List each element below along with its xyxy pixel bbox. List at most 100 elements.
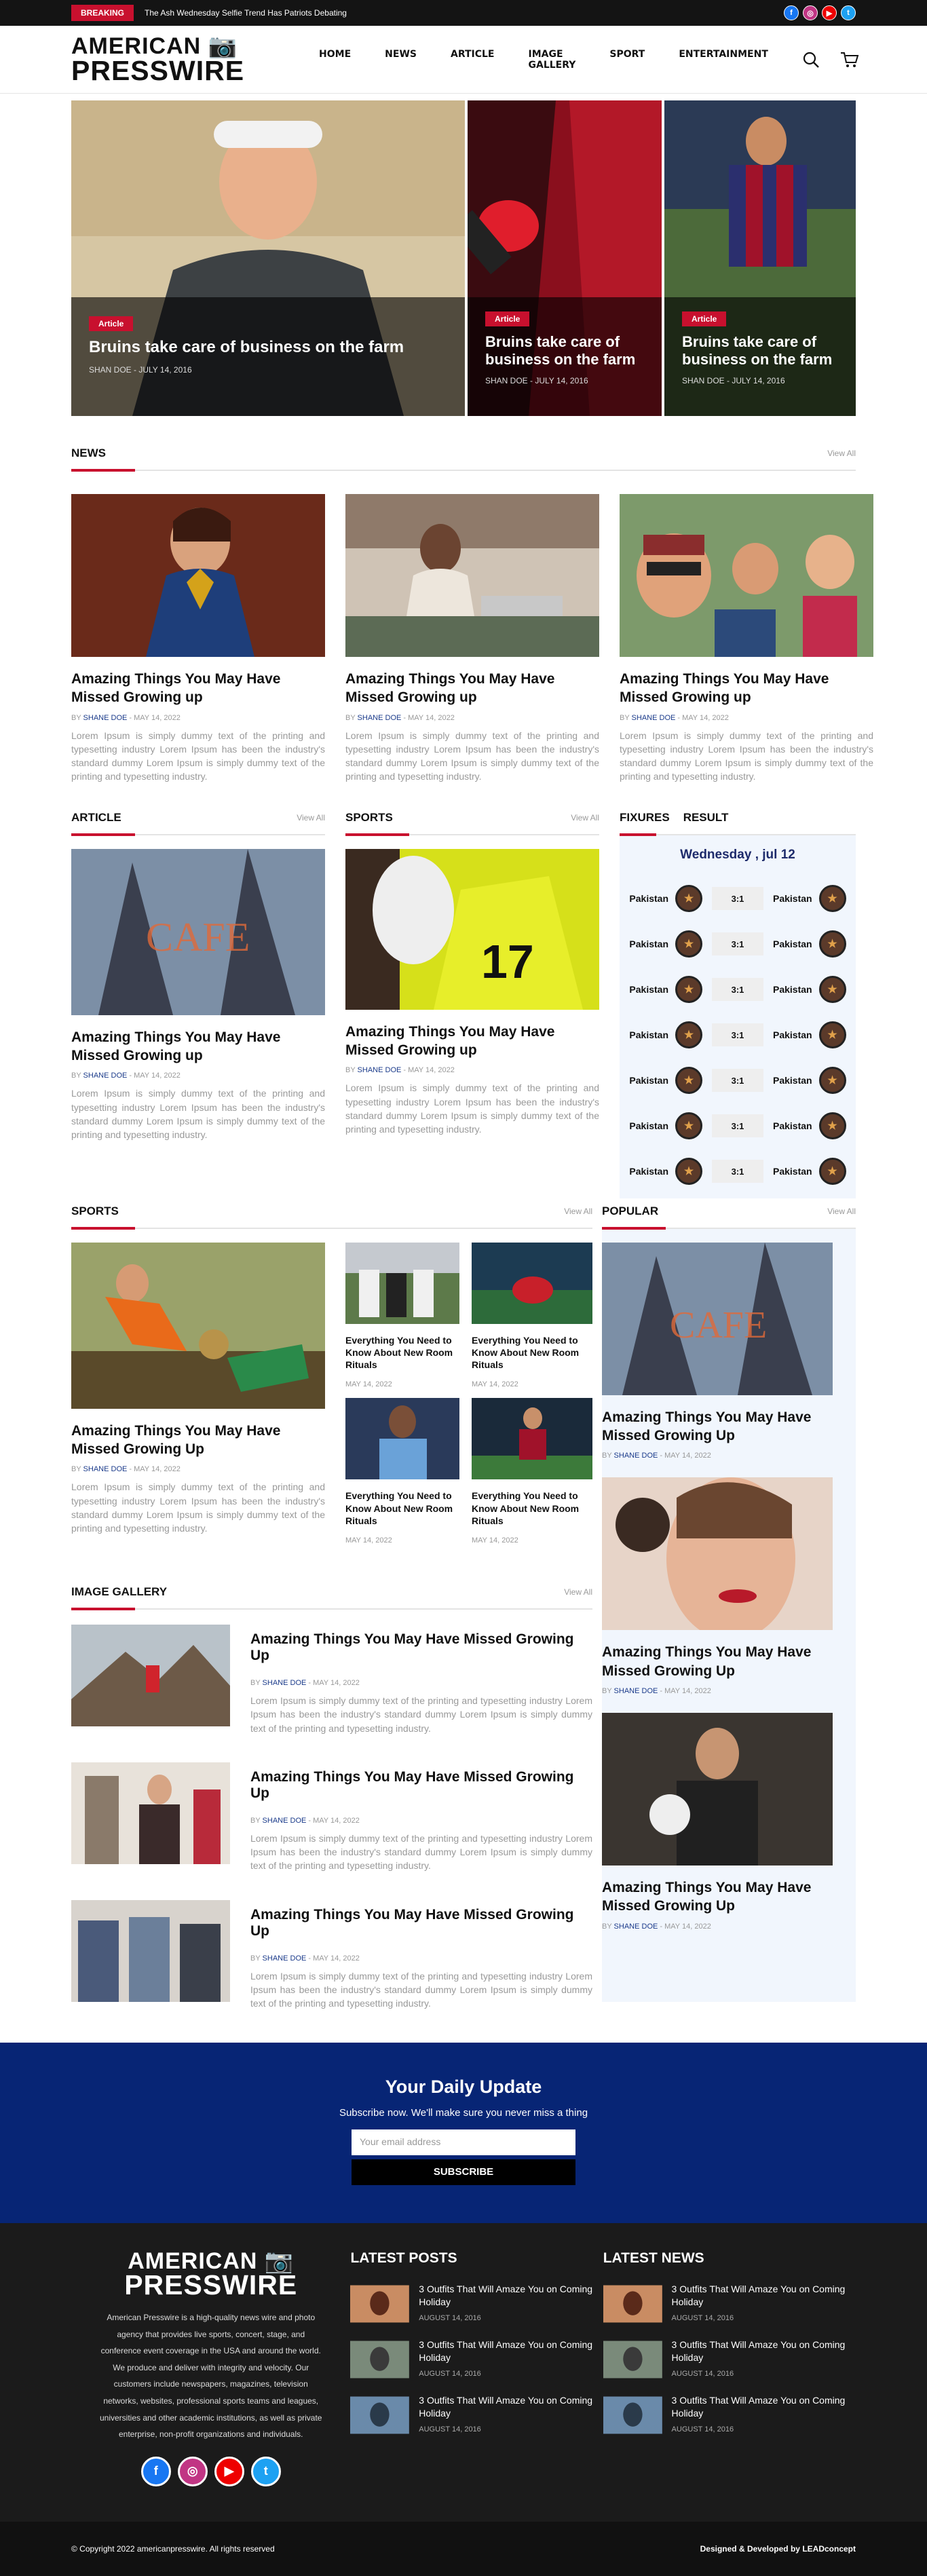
popular-card[interactable]: Amazing Things You May Have Missed Growi… — [602, 1477, 856, 1695]
author-link[interactable]: SHANE DOE — [83, 1072, 128, 1080]
post-title[interactable]: 3 Outfits That Will Amaze You on Coming … — [419, 2338, 603, 2364]
gallery-item[interactable]: Amazing Things You May Have Missed Growi… — [71, 1762, 592, 1873]
hero-card-main[interactable]: Article Bruins take care of business on … — [71, 100, 465, 416]
post-title[interactable]: 3 Outfits That Will Amaze You on Coming … — [672, 2283, 856, 2309]
footer-logo[interactable]: AMERICAN 📷 PRESSWIRE — [124, 2250, 297, 2299]
card-title[interactable]: Amazing Things You May Have Missed Growi… — [602, 1643, 856, 1680]
facebook-icon[interactable]: f — [784, 5, 799, 20]
footer-post[interactable]: 3 Outfits That Will Amaze You on Coming … — [350, 2283, 603, 2325]
fixture-row[interactable]: Pakistan ★ 3:1 Pakistan ★ — [620, 876, 856, 922]
hero-tag[interactable]: Article — [89, 316, 134, 331]
card-title[interactable]: Everything You Need to Know About New Ro… — [472, 1490, 592, 1527]
fixture-row[interactable]: Pakistan ★ 3:1 Pakistan ★ — [620, 1012, 856, 1058]
author-link[interactable]: SHANE DOE — [358, 1066, 402, 1074]
nav-sport[interactable]: SPORT — [609, 49, 645, 71]
fixture-row[interactable]: Pakistan ★ 3:1 Pakistan ★ — [620, 1103, 856, 1149]
footer-post[interactable]: 3 Outfits That Will Amaze You on Coming … — [603, 2283, 856, 2325]
author-link[interactable]: SHANE DOE — [632, 714, 676, 722]
hero-card-3[interactable]: Article Bruins take care of business on … — [664, 100, 856, 416]
card-title[interactable]: Amazing Things You May Have Missed Growi… — [602, 1878, 856, 1916]
instagram-icon[interactable]: ◎ — [177, 2456, 208, 2486]
popular-card[interactable]: CAFE Amazing Things You May Have Missed … — [602, 1242, 856, 1460]
card-title[interactable]: Amazing Things You May Have Missed Growi… — [345, 670, 599, 707]
card-title[interactable]: Amazing Things You May Have Missed Growi… — [71, 1422, 325, 1459]
hero-title[interactable]: Bruins take care of business on the farm — [682, 333, 838, 368]
author-link[interactable]: SHANE DOE — [263, 1817, 307, 1825]
author-link[interactable]: SHANE DOE — [614, 1452, 658, 1460]
gallery-title[interactable]: Amazing Things You May Have Missed Growi… — [250, 1907, 592, 1939]
developer-credit[interactable]: Designed & Developed by LEADconcept — [700, 2544, 856, 2554]
popular-card[interactable]: Amazing Things You May Have Missed Growi… — [602, 1712, 856, 1931]
footer-post[interactable]: 3 Outfits That Will Amaze You on Coming … — [603, 2394, 856, 2436]
author-link[interactable]: SHANE DOE — [614, 1922, 658, 1931]
card-title[interactable]: Amazing Things You May Have Missed Growi… — [71, 1028, 325, 1065]
view-all-link[interactable]: View All — [564, 1207, 592, 1216]
search-icon[interactable] — [802, 51, 820, 69]
card-title[interactable]: Amazing Things You May Have Missed Growi… — [345, 1023, 599, 1060]
post-title[interactable]: 3 Outfits That Will Amaze You on Coming … — [672, 2394, 856, 2420]
gallery-item[interactable]: Amazing Things You May Have Missed Growi… — [71, 1899, 592, 2011]
nav-image-gallery[interactable]: IMAGE GALLERY — [529, 49, 576, 71]
author-link[interactable]: SHANE DOE — [358, 714, 402, 722]
author-link[interactable]: SHANE DOE — [263, 1679, 307, 1687]
card-title[interactable]: Amazing Things You May Have Missed Growi… — [620, 670, 873, 707]
twitter-icon[interactable]: t — [841, 5, 856, 20]
hero-tag[interactable]: Article — [485, 311, 530, 327]
tab-result[interactable]: RESULT — [683, 811, 729, 825]
sports-small-card[interactable]: Everything You Need to Know About New Ro… — [472, 1398, 592, 1545]
view-all-link[interactable]: View All — [827, 449, 856, 458]
post-title[interactable]: 3 Outfits That Will Amaze You on Coming … — [672, 2338, 856, 2364]
view-all-link[interactable]: View All — [297, 813, 325, 822]
news-card[interactable]: Amazing Things You May Have Missed Growi… — [71, 494, 325, 784]
nav-article[interactable]: ARTICLE — [451, 49, 495, 71]
hero-title[interactable]: Bruins take care of business on the farm — [485, 333, 644, 368]
twitter-icon[interactable]: t — [250, 2456, 281, 2486]
news-card[interactable]: Amazing Things You May Have Missed Growi… — [620, 494, 873, 784]
card-title[interactable]: Everything You Need to Know About New Ro… — [345, 1334, 459, 1371]
nav-news[interactable]: NEWS — [385, 49, 417, 71]
author-link[interactable]: SHANE DOE — [614, 1687, 658, 1695]
card-title[interactable]: Amazing Things You May Have Missed Growi… — [71, 670, 325, 707]
author-link[interactable]: SHANE DOE — [83, 714, 128, 722]
sports-small-card[interactable]: Everything You Need to Know About New Ro… — [345, 1242, 459, 1388]
footer-post[interactable]: 3 Outfits That Will Amaze You on Coming … — [350, 2338, 603, 2381]
sports-card[interactable]: 17 Amazing Things You May Have Missed Gr… — [345, 848, 599, 1137]
author-link[interactable]: SHANE DOE — [83, 1465, 128, 1473]
youtube-icon[interactable]: ▶ — [214, 2456, 244, 2486]
view-all-link[interactable]: View All — [827, 1207, 856, 1216]
sports-small-card[interactable]: Everything You Need to Know About New Ro… — [345, 1398, 459, 1545]
post-title[interactable]: 3 Outfits That Will Amaze You on Coming … — [419, 2394, 603, 2420]
fixture-row[interactable]: Pakistan ★ 3:1 Pakistan ★ — [620, 922, 856, 967]
gallery-title[interactable]: Amazing Things You May Have Missed Growi… — [250, 1769, 592, 1802]
card-title[interactable]: Everything You Need to Know About New Ro… — [345, 1490, 459, 1527]
article-card[interactable]: CAFE Amazing Things You May Have Missed … — [71, 848, 325, 1142]
footer-post[interactable]: 3 Outfits That Will Amaze You on Coming … — [603, 2338, 856, 2381]
fixture-row[interactable]: Pakistan ★ 3:1 Pakistan ★ — [620, 1149, 856, 1194]
subscribe-button[interactable]: SUBSCRIBE — [352, 2159, 575, 2185]
fixture-row[interactable]: Pakistan ★ 3:1 Pakistan ★ — [620, 967, 856, 1012]
sports-feature-card[interactable]: Amazing Things You May Have Missed Growi… — [71, 1242, 325, 1545]
tab-fixtures[interactable]: FIXURES — [620, 811, 670, 825]
instagram-icon[interactable]: ◎ — [803, 5, 818, 20]
fixture-row[interactable]: Pakistan ★ 3:1 Pakistan ★ — [620, 1058, 856, 1103]
card-title[interactable]: Everything You Need to Know About New Ro… — [472, 1334, 592, 1371]
hero-tag[interactable]: Article — [682, 311, 727, 327]
gallery-title[interactable]: Amazing Things You May Have Missed Growi… — [250, 1631, 592, 1664]
cart-icon[interactable] — [840, 51, 859, 69]
view-all-link[interactable]: View All — [564, 1587, 592, 1597]
card-title[interactable]: Amazing Things You May Have Missed Growi… — [602, 1408, 856, 1445]
view-all-link[interactable]: View All — [571, 813, 599, 822]
gallery-item[interactable]: Amazing Things You May Have Missed Growi… — [71, 1624, 592, 1735]
nav-entertainment[interactable]: ENTERTAINMENT — [679, 49, 768, 71]
email-input[interactable]: Your email address — [352, 2129, 575, 2155]
nav-home[interactable]: HOME — [319, 49, 351, 71]
hero-title[interactable]: Bruins take care of business on the farm — [89, 338, 447, 357]
footer-post[interactable]: 3 Outfits That Will Amaze You on Coming … — [350, 2394, 603, 2436]
sports-small-card[interactable]: Everything You Need to Know About New Ro… — [472, 1242, 592, 1388]
breaking-ticker[interactable]: The Ash Wednesday Selfie Trend Has Patri… — [145, 8, 347, 18]
hero-card-2[interactable]: Article Bruins take care of business on … — [468, 100, 662, 416]
youtube-icon[interactable]: ▶ — [822, 5, 837, 20]
post-title[interactable]: 3 Outfits That Will Amaze You on Coming … — [419, 2283, 603, 2309]
facebook-icon[interactable]: f — [140, 2456, 171, 2486]
news-card[interactable]: Amazing Things You May Have Missed Growi… — [345, 494, 599, 784]
